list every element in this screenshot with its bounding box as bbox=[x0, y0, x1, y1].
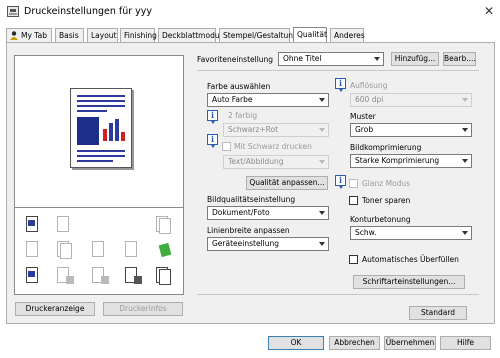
black-print-value: Text/Abbildung bbox=[228, 157, 284, 166]
font-settings-button[interactable]: Schriftarteinstellungen... bbox=[353, 275, 465, 289]
compression-value: Starke Komprimierung bbox=[355, 156, 440, 165]
black-print-label: Mit Schwarz drucken bbox=[234, 142, 312, 151]
two-color-value: Schwarz+Rot bbox=[228, 125, 279, 134]
chevron-down-icon bbox=[374, 57, 380, 61]
quality-adjust-button[interactable]: Qualität anpassen... bbox=[246, 176, 328, 190]
tab-qualitaet[interactable]: Qualität bbox=[293, 27, 327, 42]
auto-trapping-checkbox[interactable] bbox=[349, 255, 358, 264]
chevron-down-icon bbox=[319, 211, 325, 215]
gloss-mode-checkbox[interactable] bbox=[349, 179, 358, 188]
resolution-select[interactable]: 600 dpi bbox=[350, 93, 472, 107]
chevron-down-icon bbox=[462, 98, 468, 102]
favorites-edit-button[interactable]: Bearb.... bbox=[443, 52, 476, 66]
info-icon: i bbox=[207, 110, 218, 124]
tab-bar: My Tab Basis Layout Finishing Deckblattm… bbox=[0, 27, 500, 42]
tab-stempel-gestaltung[interactable]: Stempel/Gestaltung bbox=[219, 28, 298, 42]
chevron-down-icon bbox=[319, 160, 325, 164]
overlay-icon bbox=[152, 266, 174, 286]
output-tray-icon bbox=[22, 266, 44, 286]
separator bbox=[197, 70, 479, 71]
contour-label: Konturbetonung bbox=[350, 215, 411, 224]
watermark-icon bbox=[121, 240, 143, 260]
pattern-value: Grob bbox=[355, 125, 374, 134]
favorites-add-button[interactable]: Hinzufüg... bbox=[391, 52, 439, 66]
gloss-mode-label: Glanz Modus bbox=[362, 179, 411, 188]
image-icon bbox=[77, 117, 99, 145]
black-print-checkbox[interactable] bbox=[222, 142, 231, 151]
info-icon: i bbox=[207, 134, 218, 148]
separator bbox=[197, 294, 479, 295]
favorites-select[interactable]: Ohne Titel bbox=[278, 52, 384, 66]
apply-button[interactable]: Übernehmen bbox=[384, 336, 436, 350]
favorites-value: Ohne Titel bbox=[283, 54, 322, 63]
chevron-down-icon bbox=[319, 242, 325, 246]
person-icon bbox=[10, 31, 18, 40]
resolution-label: Auflösung bbox=[350, 81, 388, 90]
staple-icon bbox=[152, 215, 174, 235]
document-preview bbox=[70, 88, 132, 168]
cover-icon bbox=[121, 266, 143, 286]
auto-trapping-label: Automatisches Überfüllen bbox=[362, 255, 459, 264]
toner-save-label: Toner sparen bbox=[362, 196, 411, 205]
tab-layout[interactable]: Layout bbox=[87, 28, 118, 42]
quality-icon bbox=[152, 240, 174, 260]
line-width-select[interactable]: Geräteeinstellung bbox=[207, 237, 329, 251]
chevron-down-icon bbox=[462, 128, 468, 132]
color-select-label: Farbe auswählen bbox=[207, 82, 271, 91]
printer-info-button[interactable]: Druckerinfos bbox=[103, 302, 183, 316]
two-color-label: 2 farbig bbox=[228, 111, 258, 120]
info-icon: i bbox=[335, 78, 346, 92]
cancel-button[interactable]: Abbrechen bbox=[329, 336, 380, 350]
standard-button[interactable]: Standard bbox=[409, 306, 467, 320]
title-bar: Druckeinstellungen für yyy ✕ bbox=[0, 0, 500, 24]
chevron-down-icon bbox=[462, 231, 468, 235]
tab-basis[interactable]: Basis bbox=[55, 28, 84, 42]
resolution-value: 600 dpi bbox=[355, 95, 384, 104]
line-width-label: Linienbreite anpassen bbox=[207, 226, 290, 235]
tab-anderes[interactable]: Anderes bbox=[330, 28, 365, 42]
punch-icon bbox=[53, 266, 75, 286]
line-width-value: Geräteeinstellung bbox=[212, 239, 280, 248]
printer-view-button[interactable]: Druckeranzeige bbox=[15, 302, 95, 316]
contour-value: Schw. bbox=[355, 228, 377, 237]
print-icon bbox=[22, 215, 44, 235]
info-icon: i bbox=[335, 175, 346, 189]
fold-icon bbox=[88, 266, 110, 286]
favorites-label: Favoriteneinstellung bbox=[197, 55, 274, 64]
tab-label: My Tab bbox=[21, 31, 47, 40]
ok-button[interactable]: OK bbox=[268, 336, 324, 350]
black-print-select[interactable]: Text/Abbildung bbox=[223, 155, 329, 169]
close-icon[interactable]: ✕ bbox=[484, 4, 494, 18]
booklet-icon bbox=[53, 240, 75, 260]
image-quality-value: Dokument/Foto bbox=[212, 208, 270, 217]
help-button[interactable]: Hilfe bbox=[440, 336, 491, 350]
preview-divider bbox=[14, 207, 184, 208]
tab-deckblattmodus[interactable]: Deckblattmodus bbox=[158, 28, 224, 42]
compression-label: Bildkomprimierung bbox=[350, 143, 422, 152]
window-title: Druckeinstellungen für yyy bbox=[24, 6, 153, 17]
pattern-select[interactable]: Grob bbox=[350, 123, 472, 137]
pattern-label: Muster bbox=[350, 112, 376, 121]
color-select[interactable]: Auto Farbe bbox=[207, 93, 329, 107]
duplex-icon bbox=[22, 240, 44, 260]
chevron-down-icon bbox=[319, 98, 325, 102]
toner-save-checkbox[interactable] bbox=[349, 196, 358, 205]
tab-finishing[interactable]: Finishing bbox=[120, 28, 157, 42]
image-quality-select[interactable]: Dokument/Foto bbox=[207, 206, 329, 220]
bar-chart-icon bbox=[103, 117, 127, 141]
printer-app-icon bbox=[7, 6, 19, 17]
chevron-down-icon bbox=[462, 159, 468, 163]
image-quality-label: Bildqualitätseinstellung bbox=[207, 195, 296, 204]
chevron-down-icon bbox=[319, 128, 325, 132]
contour-select[interactable]: Schw. bbox=[350, 226, 472, 240]
compression-select[interactable]: Starke Komprimierung bbox=[350, 154, 472, 168]
copy-pages-icon bbox=[53, 215, 75, 235]
tab-my-tab[interactable]: My Tab bbox=[6, 28, 52, 42]
stamp-a-icon bbox=[88, 240, 110, 260]
two-color-select[interactable]: Schwarz+Rot bbox=[223, 123, 329, 137]
color-select-value: Auto Farbe bbox=[212, 95, 253, 104]
